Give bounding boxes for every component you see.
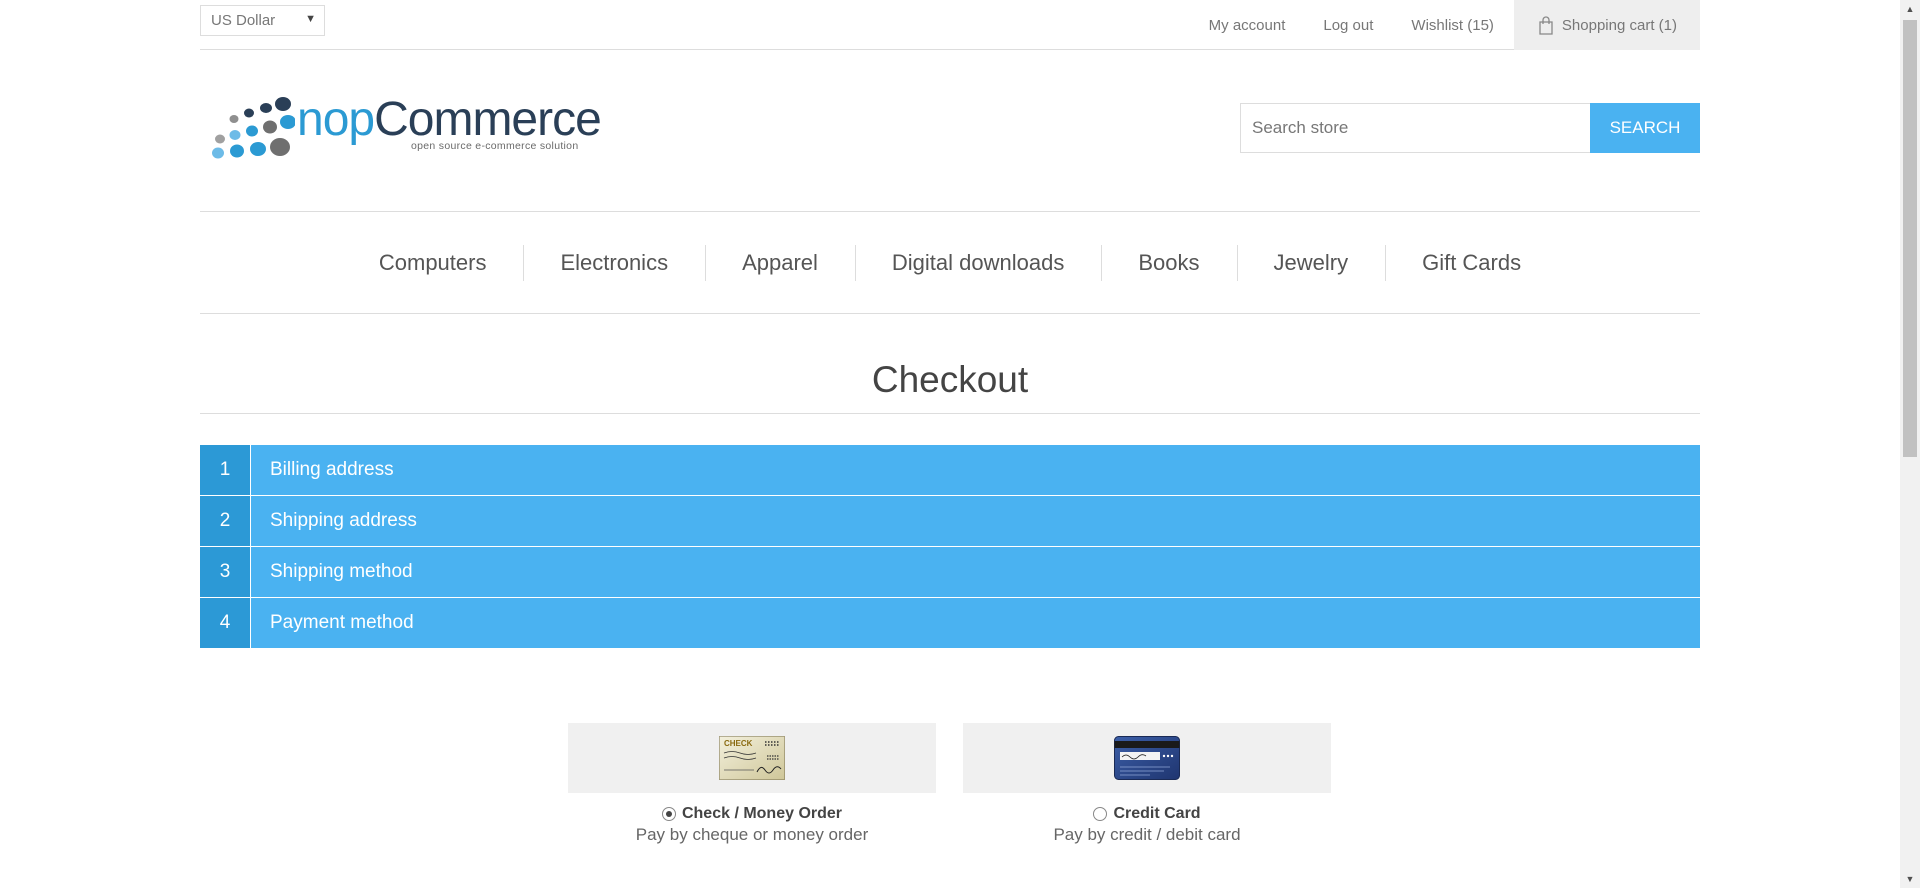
currency-value: US Dollar bbox=[211, 12, 276, 29]
logo-word-light: nop bbox=[297, 93, 375, 146]
logo-dots-icon bbox=[212, 97, 295, 159]
header-upper: US Dollar ▼ My account Log out Wishlist … bbox=[200, 0, 1700, 50]
menu-item-electronics[interactable]: Electronics bbox=[523, 243, 705, 283]
logo-word-dark: Commerce bbox=[374, 93, 602, 146]
step-title: Shipping address bbox=[270, 510, 417, 531]
radio-unselected-icon[interactable] bbox=[1093, 807, 1108, 821]
step-number: 4 bbox=[200, 598, 251, 648]
payment-option-check[interactable]: CHECK Check / Money Order Pay by cheque … bbox=[568, 723, 936, 845]
shopping-cart-label: Shopping cart (1) bbox=[1561, 16, 1677, 34]
payment-description: Pay by cheque or money order bbox=[635, 825, 869, 844]
payment-option-credit-card[interactable]: Credit Card Pay by credit / debit card bbox=[963, 723, 1331, 845]
credit-card-icon bbox=[1114, 736, 1180, 780]
currency-select[interactable]: US Dollar ▼ bbox=[200, 5, 325, 36]
page-title: Checkout bbox=[871, 359, 1029, 400]
menu-item-digital-downloads[interactable]: Digital downloads bbox=[854, 243, 1101, 283]
checkout-steps: 1 Billing address 2 Shipping address 3 S… bbox=[200, 445, 1700, 649]
menu-item-computers[interactable]: Computers bbox=[342, 243, 524, 283]
payment-image-area: CHECK bbox=[568, 723, 936, 793]
check-image-text: CHECK bbox=[724, 739, 753, 748]
vertical-scrollbar[interactable]: ▲ ▼ bbox=[1900, 0, 1920, 888]
scrollbar-thumb[interactable] bbox=[1903, 20, 1917, 457]
step-title: Payment method bbox=[270, 612, 414, 633]
step-number: 3 bbox=[200, 547, 251, 597]
top-menu: Computers Electronics Apparel Digital do… bbox=[200, 211, 1700, 314]
scroll-up-icon[interactable]: ▲ bbox=[1900, 0, 1920, 18]
store-logo[interactable]: nopCommerce open source e-commerce solut… bbox=[205, 92, 602, 160]
scroll-down-icon[interactable]: ▼ bbox=[1900, 870, 1920, 888]
payment-name: Check / Money Order bbox=[681, 805, 843, 822]
shopping-cart-link[interactable]: Shopping cart (1) bbox=[1513, 0, 1700, 50]
payment-label[interactable]: Check / Money Order bbox=[568, 805, 936, 823]
payment-label[interactable]: Credit Card bbox=[963, 805, 1331, 823]
header-links: My account Log out Wishlist (15) Shoppin… bbox=[1190, 0, 1700, 50]
payment-image-area bbox=[963, 723, 1331, 793]
menu-item-books[interactable]: Books bbox=[1101, 243, 1236, 283]
chevron-down-icon: ▼ bbox=[305, 13, 316, 25]
checkout-step-payment-method[interactable]: 4 Payment method bbox=[200, 598, 1700, 648]
my-account-link[interactable]: My account bbox=[1190, 0, 1305, 50]
payment-name: Credit Card bbox=[1113, 805, 1201, 822]
logo-tagline: open source e-commerce solution bbox=[411, 140, 579, 152]
check-payment-icon: CHECK bbox=[719, 736, 785, 780]
step-title: Billing address bbox=[270, 459, 394, 480]
step-number: 2 bbox=[200, 496, 251, 546]
step-title: Shipping method bbox=[270, 561, 413, 582]
radio-selected-icon[interactable] bbox=[661, 807, 676, 821]
search-button[interactable]: Search bbox=[1590, 103, 1700, 153]
wishlist-link[interactable]: Wishlist (15) bbox=[1392, 0, 1513, 50]
step-number: 1 bbox=[200, 445, 251, 495]
menu-item-apparel[interactable]: Apparel bbox=[705, 243, 855, 283]
checkout-step-billing-address[interactable]: 1 Billing address bbox=[200, 445, 1700, 495]
checkout-step-shipping-address[interactable]: 2 Shipping address bbox=[200, 496, 1700, 546]
page-title-bar: Checkout bbox=[200, 345, 1700, 414]
menu-item-jewelry[interactable]: Jewelry bbox=[1236, 243, 1386, 283]
payment-description: Pay by credit / debit card bbox=[1053, 825, 1241, 844]
checkout-step-shipping-method[interactable]: 3 Shipping method bbox=[200, 547, 1700, 597]
menu-item-gift-cards[interactable]: Gift Cards bbox=[1385, 243, 1558, 283]
shopping-bag-icon bbox=[1539, 15, 1553, 35]
search-input[interactable] bbox=[1240, 103, 1590, 153]
log-out-link[interactable]: Log out bbox=[1304, 0, 1392, 50]
